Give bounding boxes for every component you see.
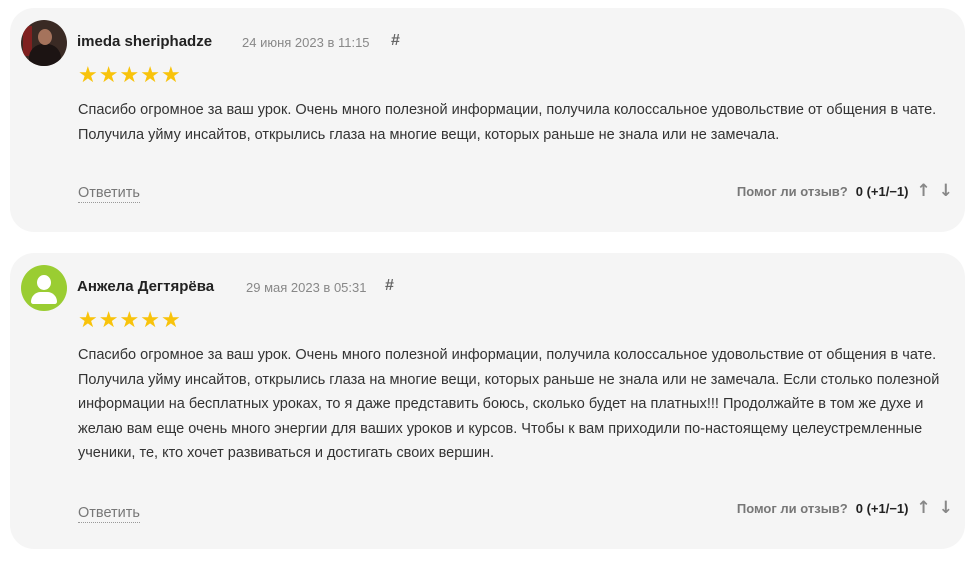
star-icon: ★ xyxy=(78,308,98,333)
permalink-hash-link[interactable]: # xyxy=(391,32,400,50)
review-card: imeda sheriphadze 24 июня 2023 в 11:15 #… xyxy=(10,8,965,232)
star-icon: ★ xyxy=(140,308,160,333)
permalink-hash-link[interactable]: # xyxy=(385,277,394,295)
arrow-up-icon[interactable]: ↑ xyxy=(917,498,931,518)
review-text: Спасибо огромное за ваш урок. Очень мног… xyxy=(78,102,937,143)
arrow-down-icon[interactable]: ↓ xyxy=(939,181,953,201)
review-date: 29 мая 2023 в 05:31 xyxy=(246,280,367,295)
review-card: Анжела Дегтярёва 29 мая 2023 в 05:31 # ★… xyxy=(10,253,965,549)
helpful-label: Помог ли отзыв? xyxy=(736,500,848,516)
star-icon: ★ xyxy=(98,63,119,88)
rating-stars: ★ ★ ★ ★ ★ xyxy=(78,309,181,333)
review-author: imeda sheriphadze xyxy=(77,33,213,50)
rating-stars: ★ ★ ★ ★ ★ xyxy=(78,64,181,88)
star-icon: ★ xyxy=(119,63,140,88)
star-icon: ★ xyxy=(140,63,160,88)
review-text: Спасибо огромное за ваш урок. Очень мног… xyxy=(78,347,940,461)
arrow-down-icon[interactable]: ↓ xyxy=(939,498,953,518)
helpful-vote: Помог ли отзыв? 0 (+1/−1) ↑ ↓ xyxy=(737,181,953,201)
arrow-up-icon[interactable]: ↑ xyxy=(917,181,931,201)
star-icon: ★ xyxy=(160,63,181,88)
star-icon: ★ xyxy=(78,63,98,88)
star-icon: ★ xyxy=(119,308,140,333)
reply-link[interactable]: Ответить xyxy=(78,505,140,523)
reply-link[interactable]: Ответить xyxy=(78,185,140,203)
star-icon: ★ xyxy=(160,308,181,333)
star-icon: ★ xyxy=(98,308,119,333)
helpful-vote: Помог ли отзыв? 0 (+1/−1) ↑ ↓ xyxy=(737,498,953,518)
avatar xyxy=(21,265,67,311)
helpful-count: 0 (+1/−1) xyxy=(855,183,909,199)
review-date: 24 июня 2023 в 11:15 xyxy=(242,35,370,50)
helpful-count: 0 (+1/−1) xyxy=(855,500,909,516)
helpful-label: Помог ли отзыв? xyxy=(736,183,848,199)
review-author: Анжела Дегтярёва xyxy=(77,278,215,295)
avatar xyxy=(21,20,67,66)
